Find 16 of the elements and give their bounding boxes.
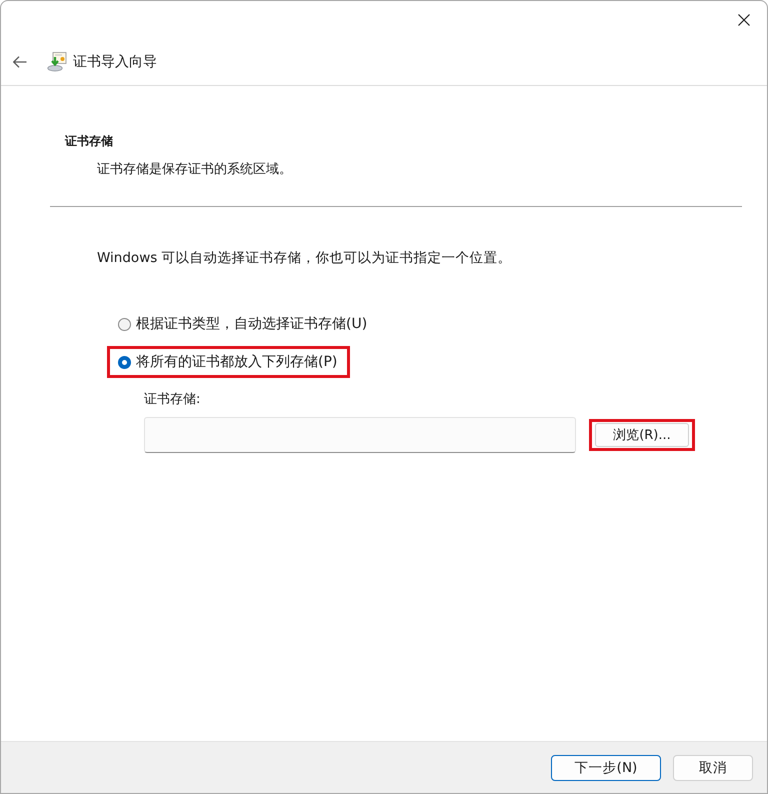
next-button[interactable]: 下一步(N) bbox=[551, 754, 661, 780]
radio-button[interactable] bbox=[118, 318, 131, 330]
back-arrow-icon bbox=[13, 56, 27, 68]
close-icon bbox=[738, 14, 750, 26]
store-input-field[interactable] bbox=[144, 417, 576, 453]
browse-button[interactable]: 浏览(R)... bbox=[595, 423, 689, 447]
certificate-icon bbox=[47, 52, 67, 72]
intro-text: Windows 可以自动选择证书存储，你也可以为证书指定一个位置。 bbox=[97, 249, 513, 268]
window-title: 证书导入向导 bbox=[73, 52, 157, 70]
radio-label[interactable]: 将所有的证书都放入下列存储(P) bbox=[136, 353, 338, 371]
radio-button[interactable] bbox=[118, 356, 131, 368]
section-heading: 证书存储 bbox=[65, 133, 114, 149]
field-label: 证书存储: bbox=[144, 391, 202, 409]
radio-label[interactable]: 根据证书类型，自动选择证书存储(U) bbox=[136, 315, 368, 333]
section-description: 证书存储是保存证书的系统区域。 bbox=[97, 161, 293, 179]
cancel-button[interactable]: 取消 bbox=[673, 754, 753, 780]
